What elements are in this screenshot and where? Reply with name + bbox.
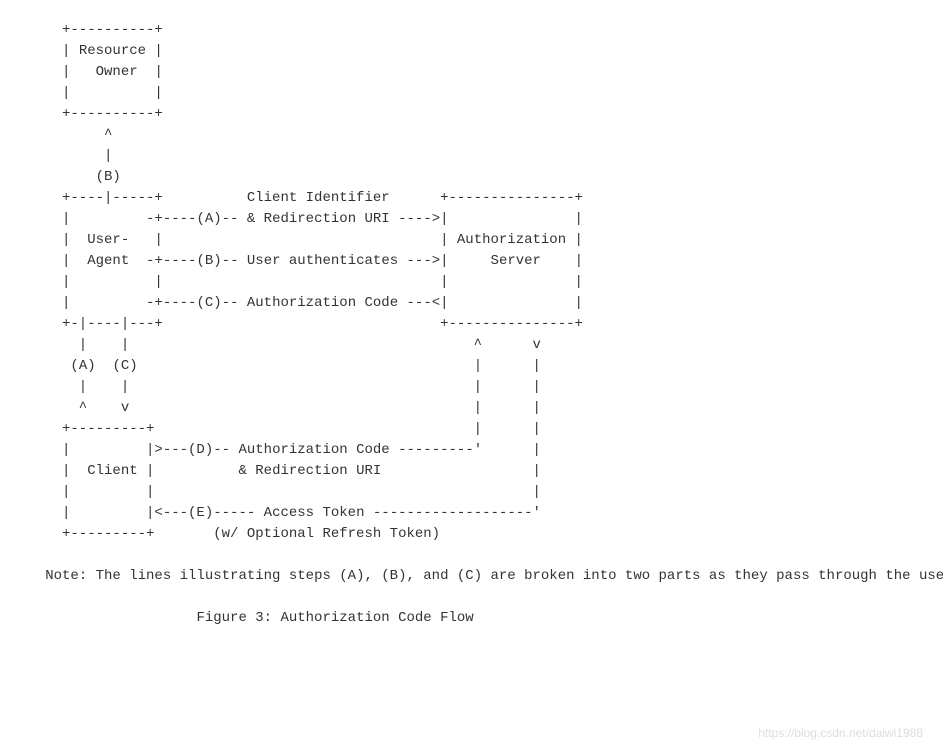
step-b: (B) xyxy=(196,253,221,269)
step-a: (A) xyxy=(196,211,221,227)
diagram-caption: Figure 3: Authorization Code Flow xyxy=(196,610,473,626)
step-c-vertical: (C) xyxy=(112,358,137,374)
flow-a-label-2: & Redirection URI xyxy=(247,211,390,227)
resource-owner-label-1: Resource xyxy=(79,43,146,59)
auth-server-label-2: Server xyxy=(491,253,541,269)
step-e: (E) xyxy=(188,505,213,521)
step-d: (D) xyxy=(188,442,213,458)
user-agent-label-1: User- xyxy=(87,232,129,248)
auth-server-label-1: Authorization xyxy=(457,232,566,248)
watermark: https://blog.csdn.net/daiwl1988 xyxy=(758,724,923,742)
flow-a-label-1: Client Identifier xyxy=(247,190,390,206)
step-b-vertical: (B) xyxy=(96,169,121,185)
flow-d-label-2: & Redirection URI xyxy=(238,463,381,479)
resource-owner-label-2: Owner xyxy=(96,64,138,80)
client-label: Client xyxy=(87,463,137,479)
flow-e-label-2: (w/ Optional Refresh Token) xyxy=(213,526,440,542)
diagram-note: Note: The lines illustrating steps (A), … xyxy=(45,568,943,584)
user-agent-label-2: Agent xyxy=(87,253,129,269)
flow-d-label-1: Authorization Code xyxy=(238,442,389,458)
step-a-vertical: (A) xyxy=(70,358,95,374)
flow-b-label: User authenticates xyxy=(247,253,398,269)
flow-e-label-1: Access Token xyxy=(264,505,365,521)
step-c: (C) xyxy=(196,295,221,311)
flow-c-label: Authorization Code xyxy=(247,295,398,311)
ascii-diagram: +----------+ | Resource | | Owner | | | … xyxy=(20,20,923,629)
